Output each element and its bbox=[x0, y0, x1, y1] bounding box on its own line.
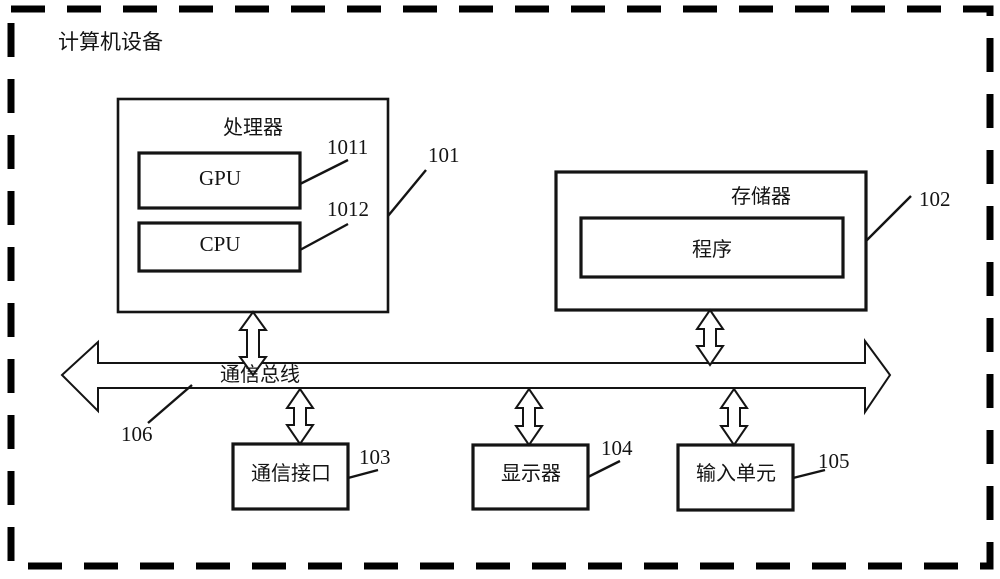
reference-numeral-101: 101 bbox=[428, 143, 460, 167]
reference-numeral-105: 105 bbox=[818, 449, 850, 473]
diagram-linework bbox=[7, 5, 994, 570]
arrow-bus-comm-interface bbox=[285, 387, 315, 446]
leader-1012 bbox=[299, 222, 349, 252]
reference-numeral-104: 104 bbox=[601, 436, 633, 460]
reference-numeral-106: 106 bbox=[121, 422, 153, 446]
leader-101 bbox=[387, 169, 427, 217]
arrow-bus-input-unit bbox=[719, 387, 749, 447]
reference-numeral-103: 103 bbox=[359, 445, 391, 469]
communication-bus-label: 通信总线 bbox=[220, 362, 300, 386]
gpu-block-label: GPU bbox=[198, 166, 242, 190]
leader-1011 bbox=[299, 158, 349, 186]
leader-102 bbox=[865, 195, 912, 242]
leader-106 bbox=[147, 384, 193, 424]
cpu-block-label: CPU bbox=[199, 232, 241, 256]
leader-104 bbox=[587, 459, 621, 479]
figure-canvas: 计算机设备 处理器 GPU CPU 存储器 程序 通信总线 通信接口 显示器 输… bbox=[0, 0, 1000, 579]
processor-block-label: 处理器 bbox=[223, 115, 283, 139]
leader-103 bbox=[347, 468, 379, 480]
reference-numeral-102: 102 bbox=[919, 187, 951, 211]
memory-block-label: 存储器 bbox=[731, 184, 791, 208]
input-unit-label: 输入单元 bbox=[696, 461, 776, 485]
arrow-memory-bus bbox=[695, 308, 725, 367]
program-block-label: 程序 bbox=[692, 237, 732, 261]
reference-numeral-1012: 1012 bbox=[327, 197, 369, 221]
arrow-bus-display bbox=[514, 387, 544, 447]
reference-numeral-1011: 1011 bbox=[327, 135, 369, 159]
communication-bus bbox=[60, 337, 892, 416]
communication-interface-label: 通信接口 bbox=[251, 461, 331, 485]
computer-device-title: 计算机设备 bbox=[58, 30, 163, 54]
display-block-label: 显示器 bbox=[501, 461, 561, 485]
